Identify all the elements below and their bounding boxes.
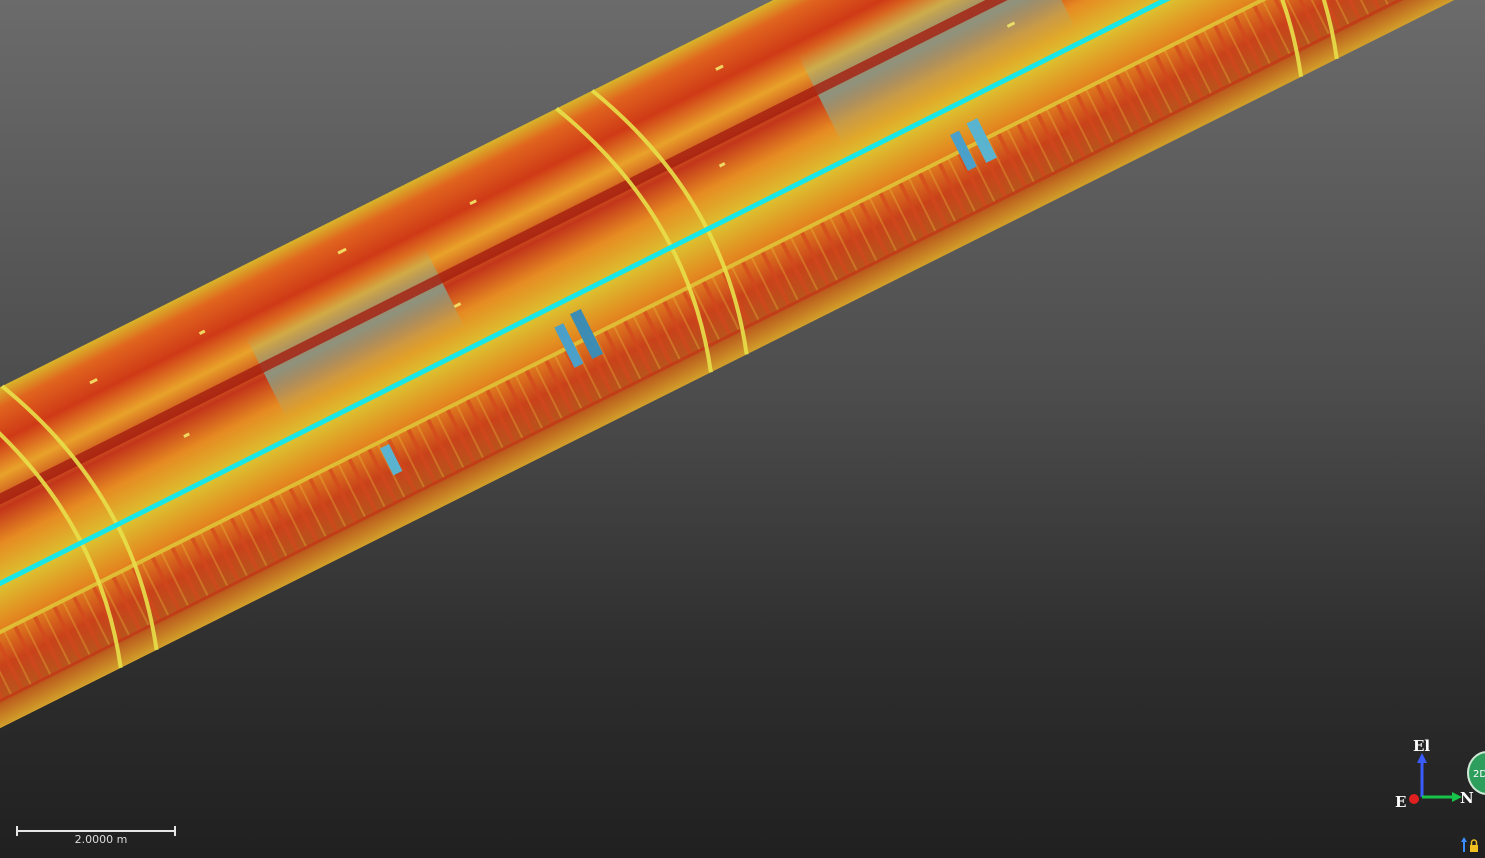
scale-bar: 2.0000 m [16, 826, 176, 846]
axis-north-label: N [1460, 789, 1474, 807]
axis-up-label: El [1413, 737, 1431, 755]
axis-east-label: E [1395, 793, 1407, 811]
tunnel-shell [0, 0, 1485, 749]
tunnel-point-cloud[interactable] [0, 0, 1485, 858]
point-cloud-viewport[interactable]: 2.0000 m El E N 2D [0, 0, 1485, 858]
orientation-lock-icon[interactable] [1460, 836, 1480, 854]
scale-bar-label: 2.0000 m [74, 833, 128, 846]
scale-bar-line [16, 830, 176, 832]
